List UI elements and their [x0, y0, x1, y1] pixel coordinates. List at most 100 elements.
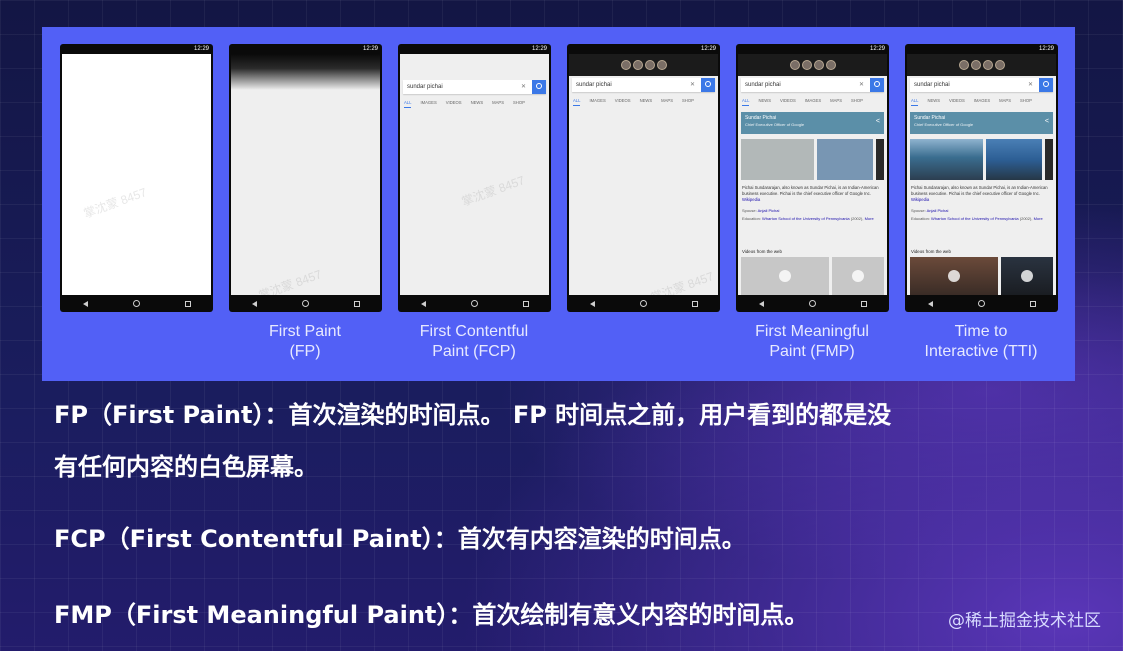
education-label: Education:	[742, 215, 761, 221]
tab-all[interactable]: ALL	[404, 97, 412, 108]
clear-icon[interactable]: ✕	[1028, 78, 1033, 92]
status-bar-time: 12:29	[193, 46, 209, 52]
search-icon[interactable]	[532, 80, 546, 94]
status-bar-time: 12:29	[531, 46, 547, 52]
tab-maps[interactable]: MAPS	[830, 95, 842, 106]
caption-time-to-interactive: Time to Interactive (TTI)	[891, 322, 1071, 362]
tab-images[interactable]: IMAGES	[974, 95, 990, 106]
videos-label: Videos from the web	[742, 249, 782, 254]
video-thumbnail[interactable]	[741, 257, 829, 295]
tab-news[interactable]: NEWS	[758, 95, 771, 106]
photo[interactable]	[986, 139, 1042, 180]
tab-shop[interactable]: SHOP	[513, 97, 525, 108]
spouse-link[interactable]: Anjali Pichai	[927, 208, 949, 213]
more-link[interactable]: More	[865, 216, 874, 221]
image-placeholder	[817, 139, 873, 180]
share-icon[interactable]: <	[1045, 118, 1049, 125]
first-paint-screen: 掌沈蒙 8457	[231, 54, 380, 295]
search-query: sundar pichai	[576, 82, 612, 88]
back-icon	[758, 300, 764, 307]
play-icon	[779, 270, 791, 282]
video-thumbnail[interactable]	[910, 257, 998, 295]
search-query: sundar pichai	[914, 82, 950, 88]
wikipedia-link[interactable]: Wikipedia	[911, 197, 929, 202]
tab-shop[interactable]: SHOP	[1020, 95, 1032, 106]
tab-news[interactable]: NEWS	[471, 97, 484, 108]
more-link[interactable]: More	[1034, 216, 1043, 221]
search-box[interactable]: sundar pichai ✕	[572, 78, 715, 92]
tab-images[interactable]: IMAGES	[805, 95, 821, 106]
phone-blank: 12:29 掌沈蒙 8457	[60, 44, 213, 312]
back-icon	[589, 300, 595, 307]
video-thumbnail[interactable]	[832, 257, 884, 295]
phone-first-paint: 12:29 掌沈蒙 8457	[229, 44, 382, 312]
caption-line: First Paint	[268, 323, 341, 340]
status-bar-time: 12:29	[362, 46, 378, 52]
education-link[interactable]: Wharton School of the University of Penn…	[762, 216, 850, 221]
play-icon	[948, 270, 960, 282]
watermark: 掌沈蒙 8457	[459, 173, 527, 209]
phone-first-meaningful-paint: 12:29 sundar pichai ✕ ALL NEWS VIDEOS IM…	[736, 44, 889, 312]
tab-videos[interactable]: VIDEOS	[780, 95, 796, 106]
search-box[interactable]: sundar pichai ✕	[741, 78, 884, 92]
knowledge-panel-header: Sundar Pichai Chief Executive Officer of…	[910, 112, 1053, 134]
tab-images[interactable]: IMAGES	[589, 95, 605, 106]
share-icon[interactable]: <	[876, 118, 880, 125]
tab-videos[interactable]: VIDEOS	[615, 95, 631, 106]
education-year: (2002),	[850, 215, 864, 221]
phone-time-to-interactive: 12:29 sundar pichai ✕ ALL NEWS VIDEOS IM…	[905, 44, 1058, 312]
search-query: sundar pichai	[745, 82, 781, 88]
wikipedia-link[interactable]: Wikipedia	[742, 197, 760, 202]
fmp-definition: FMP（First Meaningful Paint）：首次绘制有意义内容的时间…	[54, 601, 809, 629]
tab-images[interactable]: IMAGES	[420, 97, 436, 108]
search-box[interactable]: sundar pichai ✕	[403, 80, 546, 94]
status-bar-time: 12:29	[700, 46, 716, 52]
clear-icon[interactable]: ✕	[690, 78, 695, 92]
watermark: 掌沈蒙 8457	[256, 267, 324, 295]
tab-news[interactable]: NEWS	[640, 95, 653, 106]
kp-name: Sundar Pichai	[745, 115, 777, 121]
tab-maps[interactable]: MAPS	[999, 95, 1011, 106]
source-credit: @稀土掘金技术社区	[948, 611, 1101, 631]
knowledge-screen: sundar pichai ✕ ALL NEWS VIDEOS IMAGES M…	[738, 54, 887, 295]
search-box[interactable]: sundar pichai ✕	[910, 78, 1053, 92]
education-link[interactable]: Wharton School of the University of Penn…	[931, 216, 1019, 221]
back-icon	[927, 300, 933, 307]
kp-photos	[910, 139, 1053, 180]
kp-image-placeholders	[741, 139, 884, 180]
spouse-link[interactable]: Anjali Pichai	[758, 208, 780, 213]
watermark: 掌沈蒙 8457	[648, 269, 716, 295]
tab-shop[interactable]: SHOP	[851, 95, 863, 106]
caption-line: Paint (FCP)	[432, 343, 516, 360]
search-tabs: ALL NEWS VIDEOS IMAGES MAPS SHOP	[738, 95, 887, 106]
clear-icon[interactable]: ✕	[521, 80, 526, 94]
tab-maps[interactable]: MAPS	[492, 97, 504, 108]
video-thumbnails	[910, 257, 1053, 295]
kp-desc: Pichai Sundararajan, also known as Sunda…	[742, 185, 879, 196]
phone-first-contentful-paint: 12:29 sundar pichai ✕ ALL IMAGES VIDEOS …	[398, 44, 551, 312]
tab-all[interactable]: ALL	[573, 95, 581, 106]
search-icon[interactable]	[870, 78, 884, 92]
kp-description: Pichai Sundararajan, also known as Sunda…	[911, 185, 1052, 221]
fcp-definition: FCP（First Contentful Paint）：首次有内容渲染的时间点。	[54, 525, 746, 553]
kp-education: Education: Wharton School of the Univers…	[742, 216, 883, 222]
photo[interactable]	[910, 139, 983, 180]
videos-label: Videos from the web	[911, 249, 951, 254]
search-icon[interactable]	[701, 78, 715, 92]
caption-line: Time to	[954, 323, 1008, 340]
fp-definition-line2: 有任何内容的白色屏幕。	[54, 453, 318, 481]
tab-videos[interactable]: VIDEOS	[949, 95, 965, 106]
tab-shop[interactable]: SHOP	[682, 95, 694, 106]
clear-icon[interactable]: ✕	[859, 78, 864, 92]
play-icon	[852, 270, 864, 282]
kp-subtitle: Chief Executive Officer of Google	[914, 122, 974, 127]
tab-all[interactable]: ALL	[742, 95, 750, 106]
tab-news[interactable]: NEWS	[927, 95, 940, 106]
search-icon[interactable]	[1039, 78, 1053, 92]
tab-maps[interactable]: MAPS	[661, 95, 673, 106]
video-thumbnail[interactable]	[1001, 257, 1053, 295]
android-nav-bar	[736, 295, 889, 312]
tab-videos[interactable]: VIDEOS	[446, 97, 462, 108]
photo[interactable]	[1045, 139, 1053, 180]
tab-all[interactable]: ALL	[911, 95, 919, 106]
